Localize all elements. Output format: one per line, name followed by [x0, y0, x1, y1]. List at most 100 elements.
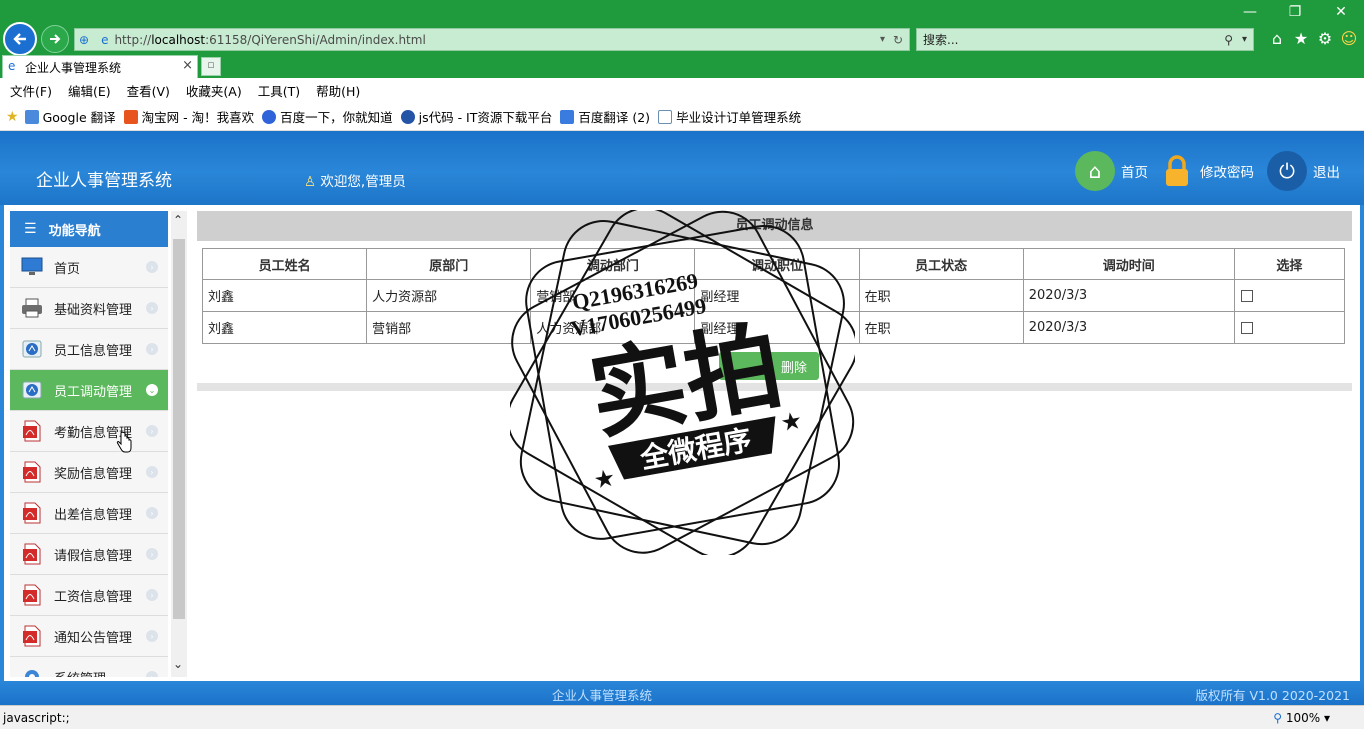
minimize-icon[interactable]: — — [1239, 4, 1261, 20]
sidebar-item[interactable]: 首页 › — [10, 247, 168, 288]
footer-title: 企业人事管理系统 — [552, 688, 653, 703]
hand-cursor-icon — [116, 432, 132, 453]
favorites-bar: ★ Google 翻译 淘宝网 - 淘！我喜欢 百度一下，你就知道 js代码 -… — [0, 103, 1364, 131]
dropdown-icon[interactable]: ▾ — [880, 34, 885, 45]
app-header: 企业人事管理系统 ♙ 欢迎您,管理员 ⌂ 首页 修改密码 ⏻ 退出 — [0, 131, 1364, 205]
table-row: 刘鑫 人力资源部 营销部 副经理 在职 2020/3/3 — [201, 279, 1346, 312]
sidebar-item-label: 通知公告管理 — [54, 630, 133, 646]
pdf-icon — [20, 501, 44, 525]
menu-tools[interactable]: 工具(T) — [258, 81, 300, 100]
row-checkbox[interactable] — [1240, 321, 1253, 334]
sidebar-item-label: 系统管理 — [54, 668, 106, 678]
chevron-icon: › — [146, 466, 158, 478]
table-cell: 在职 — [858, 279, 1024, 312]
sidebar-item[interactable]: 系统管理 › — [10, 657, 168, 677]
printer-icon — [20, 296, 44, 320]
column-header: 员工姓名 — [201, 248, 368, 280]
sidebar: ☰ 功能导航 首页 › 基础资料管理 › 员工信息管理 › 员工调动管理 ⌄ 考勤信息管理 › 奖励… — [10, 211, 168, 677]
menu-file[interactable]: 文件(F) — [10, 81, 52, 100]
list-icon: ☰ — [24, 221, 37, 237]
google-translate-icon — [24, 109, 39, 124]
sidebar-item[interactable]: 员工信息管理 › — [10, 329, 168, 370]
sidebar-item[interactable]: 员工调动管理 ⌄ — [10, 370, 168, 411]
sidebar-scrollbar[interactable]: ⌃ ⌄ — [171, 211, 187, 677]
search-icon[interactable]: ⚲ — [1224, 33, 1233, 47]
sidebar-item[interactable]: 考勤信息管理 › — [10, 411, 168, 452]
sidebar-item-label: 首页 — [54, 261, 81, 277]
chevron-icon: › — [146, 302, 158, 314]
sidebar-item[interactable]: 工资信息管理 › — [10, 575, 168, 616]
sidebar-item[interactable]: 基础资料管理 › — [10, 288, 168, 329]
back-button[interactable] — [3, 22, 37, 56]
js-icon — [400, 109, 415, 124]
menu-help[interactable]: 帮助(H) — [316, 81, 360, 100]
sidebar-item[interactable]: 请假信息管理 › — [10, 534, 168, 575]
new-tab-button[interactable]: ▫ — [201, 57, 221, 76]
forward-button[interactable] — [41, 25, 69, 53]
panel-title: 员工调动信息 — [197, 211, 1352, 241]
header-home-link[interactable]: ⌂ 首页 — [1075, 151, 1148, 191]
close-window-icon[interactable]: ✕ — [1330, 4, 1352, 20]
menu-view[interactable]: 查看(V) — [127, 81, 170, 100]
search-input[interactable]: 搜索... ⚲ ▾ — [916, 28, 1254, 51]
chevron-icon: › — [146, 507, 158, 519]
favorite-link[interactable]: 百度一下，你就知道 — [262, 107, 393, 126]
chevron-icon: › — [146, 343, 158, 355]
sidebar-item-label: 基础资料管理 — [54, 302, 133, 318]
restore-icon[interactable]: ❐ — [1284, 4, 1306, 20]
lock-icon — [1160, 151, 1194, 191]
scrollbar-thumb[interactable] — [173, 239, 185, 619]
pdf-icon — [20, 419, 44, 443]
footer-copyright: 版权所有 V1.0 2020-2021 — [1195, 688, 1350, 703]
panel-footer-bar — [197, 383, 1352, 391]
zoom-level[interactable]: ⚲ 100% ▾ — [1273, 711, 1330, 725]
settings-gear-icon[interactable]: ⚙ — [1315, 29, 1335, 48]
smiley-icon[interactable]: ☺ — [1339, 29, 1359, 48]
pdf-icon — [20, 583, 44, 607]
table-cell: 副经理 — [694, 279, 860, 312]
column-header: 调动职位 — [694, 248, 860, 280]
home-icon: ⌂ — [1075, 151, 1115, 191]
status-text: javascript:; — [3, 711, 70, 725]
sidebar-item[interactable]: 出差信息管理 › — [10, 493, 168, 534]
favorites-star-icon[interactable]: ★ — [1291, 29, 1311, 48]
column-header: 选择 — [1233, 248, 1346, 280]
search-dropdown-icon[interactable]: ▾ — [1242, 34, 1247, 45]
home-icon[interactable]: ⌂ — [1267, 29, 1287, 48]
browser-status-bar: javascript:; ⚲ 100% ▾ — [0, 705, 1364, 729]
scroll-up-icon[interactable]: ⌃ — [173, 213, 183, 227]
favorite-link[interactable]: 百度翻译 (2) — [560, 107, 650, 126]
chevron-icon: › — [146, 261, 158, 273]
favorites-add-icon[interactable]: ★ — [6, 109, 19, 125]
column-header: 员工状态 — [858, 248, 1024, 280]
scroll-down-icon[interactable]: ⌄ — [173, 657, 183, 671]
favorite-link[interactable]: 毕业设计订单管理系统 — [658, 107, 801, 126]
address-bar[interactable]: ⊕ e http://localhost:61158/QiYerenShi/Ad… — [74, 28, 910, 51]
pdf-icon — [20, 624, 44, 648]
globe-icon — [20, 378, 44, 402]
pdf-icon — [20, 542, 44, 566]
menu-favorites[interactable]: 收藏夹(A) — [186, 81, 242, 100]
menu-edit[interactable]: 编辑(E) — [68, 81, 111, 100]
tab-close-icon[interactable]: × — [182, 58, 193, 73]
chevron-icon: › — [146, 425, 158, 437]
header-logout-link[interactable]: ⏻ 退出 — [1267, 151, 1340, 191]
browser-tab[interactable]: e 企业人事管理系统 × — [2, 55, 198, 78]
refresh-icon[interactable]: ↻ — [893, 33, 903, 47]
delete-button[interactable]: 删除 — [719, 352, 819, 380]
chevron-icon: › — [146, 548, 158, 560]
sidebar-item[interactable]: 奖励信息管理 › — [10, 452, 168, 493]
search-placeholder: 搜索... — [923, 33, 959, 47]
ie-icon: e — [101, 32, 109, 47]
baidu-paw-icon — [262, 109, 277, 124]
header-change-password-link[interactable]: 修改密码 — [1160, 151, 1254, 191]
monitor-icon — [20, 255, 44, 279]
url-text: http://localhost:61158/QiYerenShi/Admin/… — [114, 32, 426, 47]
favorite-link[interactable]: Google 翻译 — [24, 107, 116, 126]
select-cell — [1233, 279, 1346, 312]
sidebar-item[interactable]: 通知公告管理 › — [10, 616, 168, 657]
favorite-link[interactable]: 淘宝网 - 淘！我喜欢 — [123, 107, 254, 126]
user-icon: ♙ — [304, 174, 317, 190]
favorite-link[interactable]: js代码 - IT资源下载平台 — [400, 107, 552, 126]
row-checkbox[interactable] — [1240, 289, 1253, 302]
